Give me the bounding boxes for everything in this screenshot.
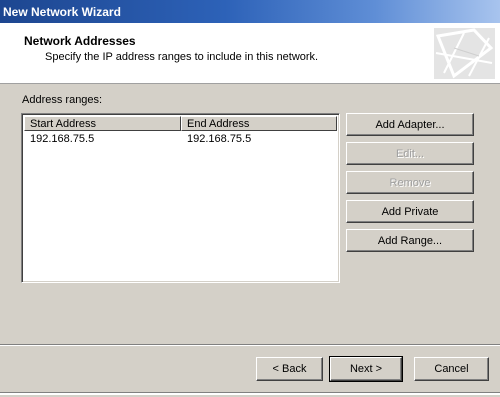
list-column-headers: Start Address End Address [24, 116, 337, 131]
page-title: Network Addresses [24, 34, 136, 48]
remove-button[interactable]: Remove [346, 171, 474, 194]
wizard-header: Network Addresses Specify the IP address… [0, 23, 500, 84]
add-adapter-button[interactable]: Add Adapter... [346, 113, 474, 136]
network-graphic-icon [434, 28, 495, 79]
column-header-end-address[interactable]: End Address [181, 116, 337, 131]
address-ranges-label: Address ranges: [22, 94, 103, 106]
column-header-start-address[interactable]: Start Address [24, 116, 181, 131]
add-range-button[interactable]: Add Range... [346, 229, 474, 252]
window-bottom-edge [0, 392, 500, 395]
back-button[interactable]: < Back [256, 357, 323, 381]
address-ranges-list[interactable]: Start Address End Address 192.168.75.5 1… [21, 113, 340, 283]
next-button[interactable]: Next > [329, 356, 403, 382]
start-address-cell: 192.168.75.5 [30, 133, 95, 145]
add-private-button[interactable]: Add Private [346, 200, 474, 223]
edit-button[interactable]: Edit... [346, 142, 474, 165]
page-subtitle: Specify the IP address ranges to include… [45, 51, 319, 63]
list-row[interactable]: 192.168.75.5 192.168.75.5 [24, 132, 337, 147]
footer-separator-highlight [0, 345, 500, 346]
window-title-bar: New Network Wizard [0, 0, 500, 23]
window-title: New Network Wizard [3, 5, 121, 19]
cancel-button[interactable]: Cancel [414, 357, 489, 381]
end-address-cell: 192.168.75.5 [187, 133, 252, 145]
